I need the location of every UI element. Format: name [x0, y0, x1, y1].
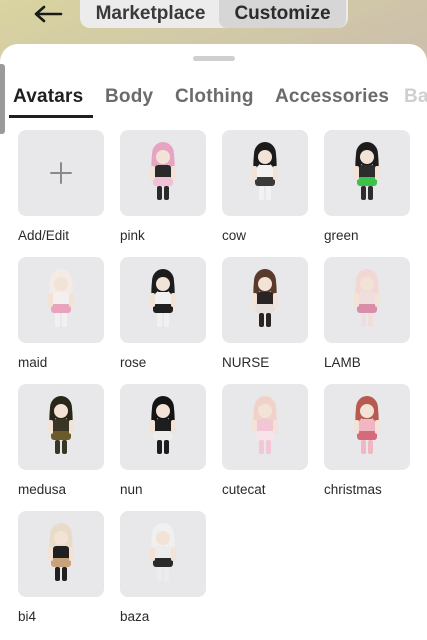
tab-avatars[interactable]: Avatars	[13, 86, 83, 108]
avatar-thumbnail	[120, 384, 206, 470]
avatar-card[interactable]: baza	[120, 511, 206, 624]
tab-accessories[interactable]: Accessories	[275, 86, 389, 108]
avatar-figure-icon	[150, 523, 176, 581]
avatar-figure-icon	[150, 396, 176, 454]
avatar-card[interactable]: medusa	[18, 384, 104, 497]
avatar-label: cow	[222, 228, 247, 243]
avatar-thumbnail	[324, 130, 410, 216]
tab-body[interactable]: Body	[105, 86, 153, 108]
avatar-thumbnail	[18, 257, 104, 343]
avatar-card[interactable]: christmas	[324, 384, 410, 497]
avatar-card[interactable]: rose	[120, 257, 206, 370]
avatar-thumbnail	[120, 511, 206, 597]
avatar-figure-icon	[354, 269, 380, 327]
avatar-thumbnail	[120, 257, 206, 343]
avatar-card[interactable]: bi4	[18, 511, 104, 624]
avatar-thumbnail	[222, 257, 308, 343]
active-tab-indicator	[9, 115, 93, 118]
customize-sheet: Avatars Body Clothing Accessories Ba Add…	[0, 44, 427, 640]
avatar-card[interactable]: pink	[120, 130, 206, 243]
avatar-figure-icon	[252, 142, 278, 200]
avatar-thumbnail	[120, 130, 206, 216]
avatar-card[interactable]: cow	[222, 130, 308, 243]
avatar-thumbnail	[18, 511, 104, 597]
avatar-label: nun	[120, 482, 143, 497]
avatar-label: maid	[18, 355, 48, 370]
avatar-card[interactable]: green	[324, 130, 410, 243]
avatar-label: cutecat	[222, 482, 266, 497]
avatar-thumbnail	[18, 130, 104, 216]
avatar-thumbnail	[324, 257, 410, 343]
avatar-figure-icon	[48, 523, 74, 581]
avatar-card[interactable]: LAMB	[324, 257, 410, 370]
tab-customize[interactable]: Customize	[218, 0, 346, 28]
avatar-label: Add/Edit	[18, 228, 70, 243]
avatar-label: medusa	[18, 482, 67, 497]
avatar-label: baza	[120, 609, 150, 624]
category-tabs: Avatars Body Clothing Accessories Ba	[0, 80, 427, 120]
avatar-card[interactable]: maid	[18, 257, 104, 370]
avatar-card[interactable]: cutecat	[222, 384, 308, 497]
avatar-figure-icon	[252, 269, 278, 327]
avatar-label: green	[324, 228, 359, 243]
avatar-label: pink	[120, 228, 145, 243]
avatar-thumbnail	[18, 384, 104, 470]
back-arrow-icon	[34, 5, 63, 23]
tab-clothing[interactable]: Clothing	[175, 86, 254, 108]
mode-switcher: Marketplace Customize	[80, 0, 348, 28]
tab-partial[interactable]: Ba	[404, 86, 427, 108]
avatar-thumbnail	[222, 384, 308, 470]
avatar-card[interactable]: NURSE	[222, 257, 308, 370]
avatar-label: bi4	[18, 609, 37, 624]
top-bar: Marketplace Customize	[0, 0, 427, 40]
avatar-figure-icon	[354, 142, 380, 200]
avatar-figure-icon	[150, 269, 176, 327]
plus-icon	[50, 162, 72, 184]
avatar-thumbnail	[222, 130, 308, 216]
avatar-thumbnail	[324, 384, 410, 470]
avatar-label: rose	[120, 355, 147, 370]
add-edit-avatar-card[interactable]: Add/Edit	[18, 130, 104, 243]
avatar-figure-icon	[354, 396, 380, 454]
back-button[interactable]	[26, 0, 70, 28]
avatar-label: NURSE	[222, 355, 270, 370]
avatar-figure-icon	[48, 269, 74, 327]
drag-handle[interactable]	[193, 56, 235, 61]
avatar-figure-icon	[48, 396, 74, 454]
avatar-label: christmas	[324, 482, 382, 497]
avatar-label: LAMB	[324, 355, 361, 370]
avatar-figure-icon	[252, 396, 278, 454]
tab-marketplace[interactable]: Marketplace	[82, 0, 219, 28]
avatar-card[interactable]: nun	[120, 384, 206, 497]
avatar-figure-icon	[150, 142, 176, 200]
